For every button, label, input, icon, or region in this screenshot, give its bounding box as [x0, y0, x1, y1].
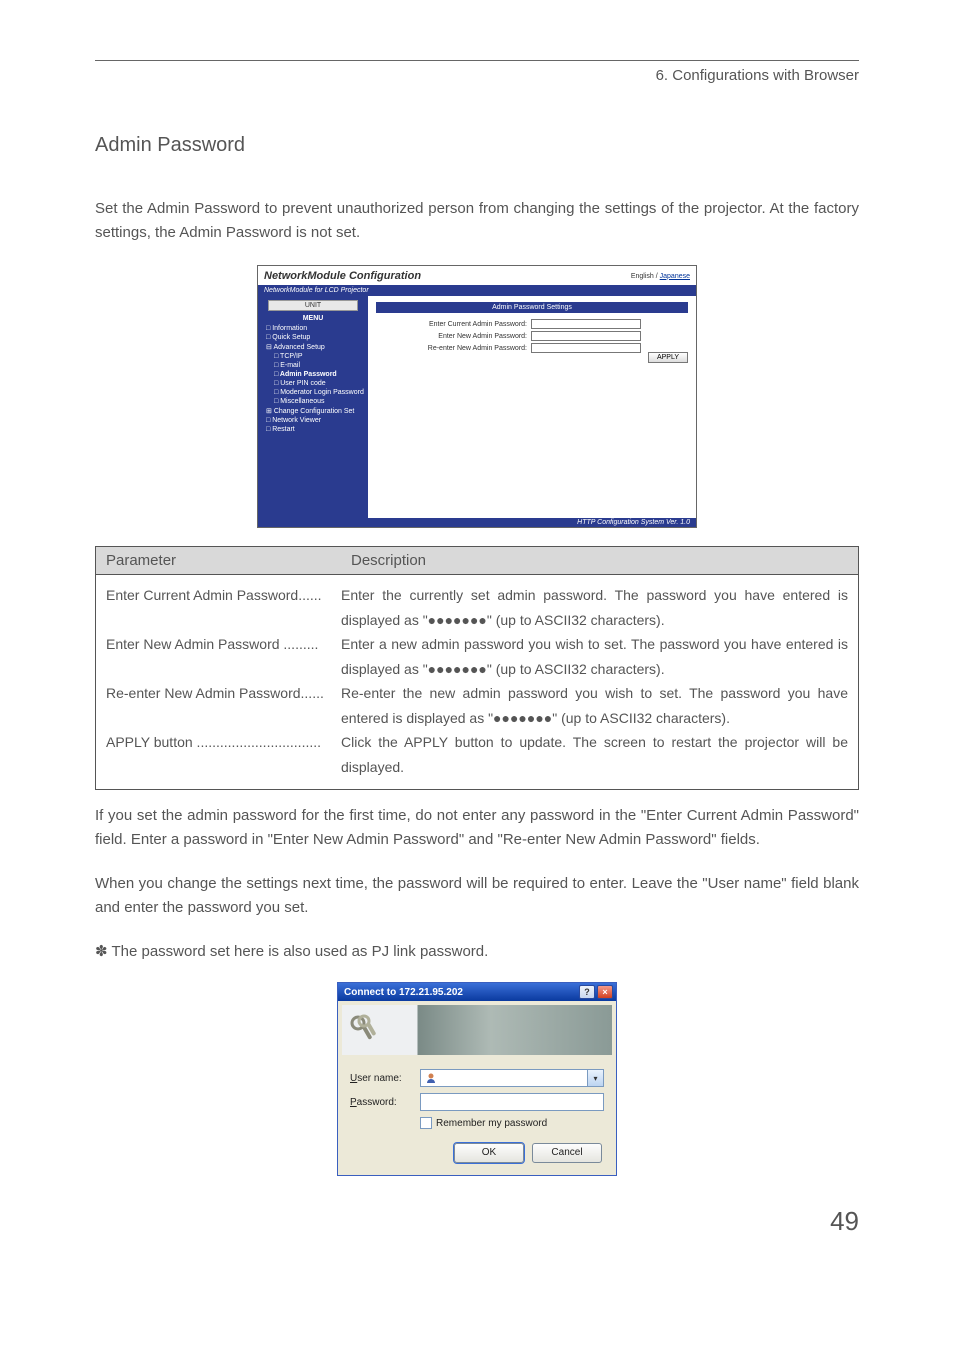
chapter-title: 6. Configurations with Browser	[95, 67, 859, 84]
auth-banner	[342, 1005, 612, 1055]
input-reenter-new[interactable]	[531, 343, 641, 353]
config-content-title: Admin Password Settings	[376, 302, 688, 313]
cancel-button[interactable]: Cancel	[532, 1143, 602, 1163]
intro-paragraph: Set the Admin Password to prevent unauth…	[95, 197, 859, 245]
param-description: Enter the currently set admin password. …	[341, 583, 848, 632]
param-name: Enter New Admin Password .........	[106, 632, 341, 681]
lang-english[interactable]: English	[631, 273, 654, 280]
password-field[interactable]	[420, 1093, 604, 1111]
table-header-row: Parameter Description	[96, 547, 858, 575]
close-button[interactable]: ×	[597, 985, 613, 999]
config-screenshot: NetworkModule Configuration English / Ja…	[257, 265, 697, 528]
config-content: Admin Password Settings Enter Current Ad…	[368, 296, 696, 518]
param-name: APPLY button ...........................…	[106, 730, 341, 779]
menu-email[interactable]: □ E-mail	[274, 361, 364, 370]
after-table-paragraph: If you set the admin password for the fi…	[95, 804, 859, 852]
menu-network-viewer[interactable]: □ Network Viewer	[266, 416, 364, 425]
auth-dialog: Connect to 172.21.95.202 ? × User name:	[337, 982, 617, 1176]
menu-miscellaneous[interactable]: □ Miscellaneous	[274, 397, 364, 406]
table-row: Re-enter New Admin Password......Re-ente…	[106, 681, 848, 730]
header-rule	[95, 60, 859, 61]
username-label: User name:	[350, 1073, 420, 1084]
pjlink-note: ✽ The password set here is also used as …	[95, 940, 859, 964]
unit-button[interactable]: UNIT	[268, 300, 358, 311]
table-row: Enter New Admin Password .........Enter …	[106, 632, 848, 681]
input-enter-current[interactable]	[531, 319, 641, 329]
config-sidebar: UNIT MENU □ Information □ Quick Setup ⊟ …	[258, 296, 368, 518]
apply-button[interactable]: APPLY	[648, 352, 688, 363]
label-enter-new: Enter New Admin Password:	[376, 333, 531, 340]
label-enter-current: Enter Current Admin Password:	[376, 321, 531, 328]
auth-title: Connect to 172.21.95.202	[344, 987, 463, 998]
keys-icon	[348, 1013, 382, 1047]
auth-titlebar: Connect to 172.21.95.202 ? ×	[338, 983, 616, 1001]
menu-information[interactable]: □ Information	[266, 324, 364, 333]
param-description: Re-enter the new admin password you wish…	[341, 681, 848, 730]
menu-quick-setup[interactable]: □ Quick Setup	[266, 333, 364, 342]
th-parameter: Parameter	[96, 547, 341, 574]
table-row: Enter Current Admin Password......Enter …	[106, 583, 848, 632]
remember-label: Remember my password	[436, 1118, 547, 1129]
config-subtitle: NetworkModule for LCD Projector	[258, 285, 696, 296]
chevron-down-icon[interactable]: ▾	[587, 1070, 603, 1086]
param-name: Enter Current Admin Password......	[106, 583, 341, 632]
table-row: APPLY button ...........................…	[106, 730, 848, 779]
menu-restart[interactable]: □ Restart	[266, 425, 364, 434]
username-field[interactable]: ▾	[420, 1069, 604, 1087]
menu-admin-password[interactable]: □ Admin Password	[274, 370, 364, 379]
menu-moderator-login[interactable]: □ Moderator Login Password	[274, 388, 364, 397]
user-icon	[425, 1072, 437, 1084]
config-title: NetworkModule Configuration	[264, 270, 421, 282]
help-button[interactable]: ?	[579, 985, 595, 999]
parameter-table: Parameter Description Enter Current Admi…	[95, 546, 859, 790]
menu-tcpip[interactable]: □ TCP/IP	[274, 352, 364, 361]
password-label: Password:	[350, 1097, 420, 1108]
param-description: Click the APPLY button to update. The sc…	[341, 730, 848, 779]
ok-button[interactable]: OK	[454, 1143, 524, 1163]
menu-change-config[interactable]: ⊞ Change Configuration Set	[266, 406, 364, 416]
param-name: Re-enter New Admin Password......	[106, 681, 341, 730]
config-footer: HTTP Configuration System Ver. 1.0	[258, 518, 696, 527]
input-enter-new[interactable]	[531, 331, 641, 341]
th-description: Description	[341, 547, 436, 574]
menu-advanced-setup[interactable]: ⊟ Advanced Setup	[266, 342, 364, 352]
menu-heading: MENU	[258, 313, 368, 324]
menu-user-pincode[interactable]: □ User PIN code	[274, 379, 364, 388]
lang-japanese-link[interactable]: Japanese	[660, 273, 690, 280]
param-description: Enter a new admin password you wish to s…	[341, 632, 848, 681]
language-switch: English / Japanese	[631, 273, 690, 280]
section-title: Admin Password	[95, 134, 859, 157]
next-time-paragraph: When you change the settings next time, …	[95, 872, 859, 920]
label-reenter-new: Re-enter New Admin Password:	[376, 345, 531, 352]
remember-checkbox[interactable]	[420, 1117, 432, 1129]
page-number: 49	[0, 1206, 954, 1237]
